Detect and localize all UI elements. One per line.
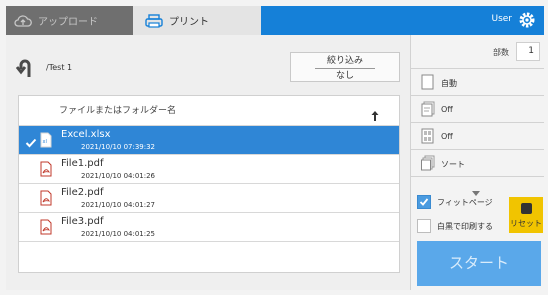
multi-page-option[interactable]: Off xyxy=(411,123,544,150)
sort-option[interactable]: ソート xyxy=(411,150,544,177)
list-item[interactable]: File3.pdf 2021/10/10 04:01:25 xyxy=(19,213,399,242)
current-path: /Test 1 xyxy=(46,63,73,72)
tab-print-label: プリント xyxy=(169,17,209,28)
fit-page-label: フィットページ xyxy=(437,197,493,207)
list-header-label: ファイルまたはフォルダー名 xyxy=(59,106,177,116)
checkmark-icon xyxy=(25,134,37,148)
print-settings-panel: 部数 1 自動 Off Off ソート フィットページ 白黒で印刷する リセット… xyxy=(410,35,544,290)
printer-icon xyxy=(145,13,163,28)
file-browser: /Test 1 絞り込み なし ファイルまたはフォルダー名 xl Excel.x… xyxy=(6,35,410,290)
list-item[interactable]: File1.pdf 2021/10/10 04:01:26 xyxy=(19,155,399,184)
file-date: 2021/10/10 04:01:25 xyxy=(81,230,156,238)
page-icon xyxy=(421,74,435,90)
svg-text:xl: xl xyxy=(43,139,47,145)
duplex-option[interactable]: Off xyxy=(411,96,544,123)
pdf-file-icon xyxy=(40,219,52,235)
reset-label: リセット xyxy=(510,219,542,228)
folder-up-icon[interactable] xyxy=(15,57,38,79)
list-item[interactable]: xl Excel.xlsx 2021/10/10 07:39:32 xyxy=(19,126,399,155)
filter-value: なし xyxy=(315,68,375,82)
file-name: File2.pdf xyxy=(61,187,104,198)
paper-size-value: 自動 xyxy=(441,79,457,88)
duplex-value: Off xyxy=(441,105,453,114)
list-item[interactable]: File2.pdf 2021/10/10 04:01:27 xyxy=(19,184,399,213)
file-list: ファイルまたはフォルダー名 xl Excel.xlsx 2021/10/10 0… xyxy=(18,95,400,273)
start-button[interactable]: スタート xyxy=(417,241,541,286)
app-frame: アップロード プリント User /Test 1 絞り込み なし ファイルまたは… xyxy=(6,6,544,290)
fit-page-checkbox[interactable] xyxy=(417,195,431,209)
filter-button[interactable]: 絞り込み なし xyxy=(290,52,400,82)
copies-setting: 部数 1 xyxy=(411,35,544,69)
blank-print-checkbox[interactable] xyxy=(417,219,431,233)
fit-page-option[interactable]: フィットページ xyxy=(417,195,493,209)
file-date: 2021/10/10 07:39:32 xyxy=(81,143,156,151)
user-name[interactable]: User xyxy=(491,14,512,24)
pdf-file-icon xyxy=(40,161,52,177)
multi-page-value: Off xyxy=(441,132,453,141)
pdf-file-icon xyxy=(40,190,52,206)
file-date: 2021/10/10 04:01:26 xyxy=(81,172,156,180)
multi-page-icon xyxy=(421,128,435,144)
file-name: Excel.xlsx xyxy=(61,129,111,140)
blank-print-label: 白黒で印刷する xyxy=(437,221,493,231)
paper-size-option[interactable]: 自動 xyxy=(411,69,544,96)
tab-print[interactable]: プリント xyxy=(133,6,261,35)
gear-icon[interactable] xyxy=(518,11,536,29)
file-name: File1.pdf xyxy=(61,158,104,169)
duplex-icon xyxy=(421,101,435,117)
file-name: File3.pdf xyxy=(61,216,104,227)
file-date: 2021/10/10 04:01:27 xyxy=(81,201,156,209)
sort-value: ソート xyxy=(441,160,465,169)
list-header[interactable]: ファイルまたはフォルダー名 xyxy=(19,96,399,126)
chevron-down-icon[interactable] xyxy=(471,183,481,196)
sort-icon xyxy=(421,155,435,171)
top-bar: アップロード プリント User xyxy=(6,6,544,35)
cloud-upload-icon xyxy=(14,14,32,28)
copies-label: 部数 xyxy=(493,48,509,57)
reset-icon xyxy=(520,203,532,214)
reset-button[interactable]: リセット xyxy=(509,197,543,233)
sort-arrow-up-icon[interactable] xyxy=(371,105,379,121)
filter-label: 絞り込み xyxy=(326,56,363,66)
blank-print-option[interactable]: 白黒で印刷する xyxy=(417,219,493,233)
excel-file-icon: xl xyxy=(40,132,52,148)
tab-upload-label: アップロード xyxy=(38,17,98,28)
copies-input[interactable]: 1 xyxy=(516,42,540,61)
tab-upload[interactable]: アップロード xyxy=(6,6,133,35)
